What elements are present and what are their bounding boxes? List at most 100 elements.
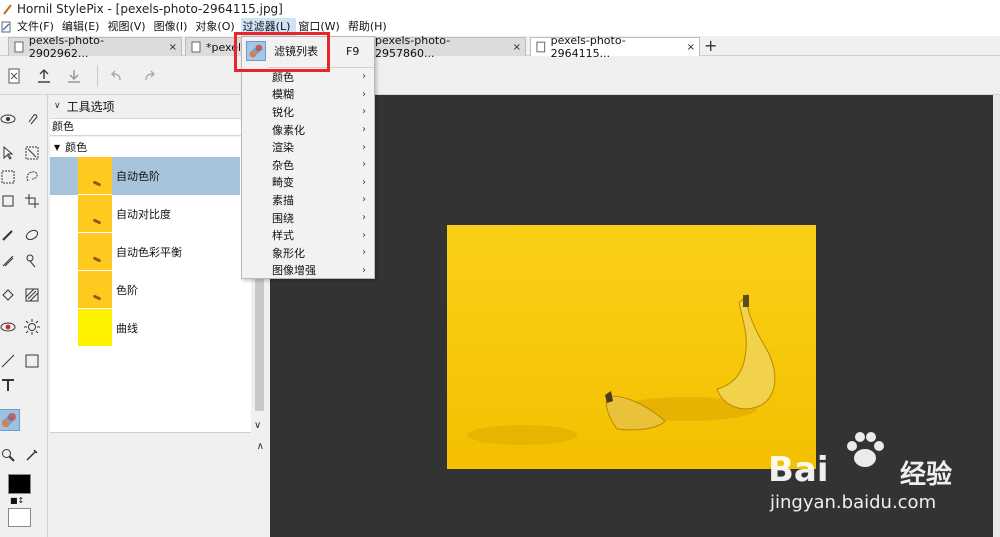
menu-item-blur[interactable]: 模糊 › (242, 86, 374, 104)
filter-item-levels[interactable]: 色阶 (50, 271, 240, 309)
pointer-icon[interactable] (0, 143, 18, 163)
clone-icon[interactable] (0, 251, 18, 271)
import-icon[interactable] (64, 66, 84, 86)
tool-options-header[interactable]: ∨ 工具选项 (50, 95, 268, 117)
baidu-watermark: Bai 经验 jingyan.baidu.com (760, 428, 990, 518)
filter-label: 色阶 (116, 284, 138, 297)
filter-thumbnail (78, 233, 112, 271)
document-icon (191, 41, 201, 53)
line-icon[interactable] (0, 351, 18, 371)
submenu-chevron-icon: › (362, 194, 366, 206)
submenu-chevron-icon: › (362, 264, 366, 276)
paperclip-icon[interactable] (22, 109, 42, 129)
tab-close-button[interactable]: × (169, 42, 177, 53)
menu-item-sketch[interactable]: 素描 › (242, 191, 374, 209)
background-color-swatch[interactable] (8, 508, 31, 527)
filter-tool-icon[interactable] (0, 409, 20, 431)
menu-item-noise[interactable]: 杂色 › (242, 156, 374, 174)
expand-triangle-icon[interactable]: ▼ (54, 143, 60, 152)
tab-close-button[interactable]: × (513, 42, 521, 53)
menu-item-render[interactable]: 渲染 › (242, 138, 374, 156)
category-row[interactable]: ▼ 颜色 (50, 139, 87, 155)
document-icon (536, 41, 546, 53)
menu-item-surround[interactable]: 围绕 › (242, 209, 374, 227)
brush-icon[interactable] (0, 225, 18, 245)
filter-dropdown-menu: 滤镜列表 F9 颜色 › 模糊 › 锐化 › 像素化 › 渲染 › 杂色 › 畸变 › 素描 ›… (241, 36, 375, 279)
fill-bucket-icon[interactable] (0, 285, 18, 305)
crop-icon[interactable] (22, 191, 42, 211)
window-title: Hornil StylePix - [pexels-photo-2964115.… (17, 2, 283, 16)
tool-options-lower-pane: ∧ (50, 435, 268, 537)
document-icon (14, 41, 24, 53)
filter-item-auto-contrast[interactable]: 自动对比度 (50, 195, 240, 233)
watermark-url: jingyan.baidu.com (770, 492, 937, 513)
transform-icon[interactable] (0, 191, 18, 211)
scroll-up-icon[interactable]: ∧ (257, 441, 264, 452)
undo-icon[interactable] (106, 66, 126, 86)
filter-label: 自动对比度 (116, 208, 171, 221)
submenu-chevron-icon: › (362, 212, 366, 224)
watermark-brand: Bai (768, 450, 829, 490)
toolbar-separator (97, 65, 98, 87)
submenu-chevron-icon: › (362, 141, 366, 153)
submenu-chevron-icon: › (362, 229, 366, 241)
filter-label: 自动色彩平衡 (116, 246, 182, 259)
tab-close-button[interactable]: × (687, 42, 695, 53)
submenu-chevron-icon: › (362, 71, 366, 83)
menu-item-distort[interactable]: 畸变 › (242, 174, 374, 192)
menu-item-enhance[interactable]: 图像增强 › (242, 262, 374, 280)
filter-label: 曲线 (116, 322, 138, 335)
crop-select-icon[interactable] (22, 143, 42, 163)
sun-icon[interactable] (22, 317, 42, 337)
document-tabs: pexels-photo-2902962... × *pexels-photo-… (0, 34, 1000, 60)
main-toolbar (0, 57, 1000, 95)
document-icon (1, 21, 11, 33)
filter-thumbnail (78, 195, 112, 233)
export-icon[interactable] (34, 66, 54, 86)
filter-item-auto-color-balance[interactable]: 自动色彩平衡 (50, 233, 240, 271)
paw-logo-icon (847, 432, 884, 467)
submenu-chevron-icon: › (362, 106, 366, 118)
filter-item-auto-levels[interactable]: 自动色阶 (50, 157, 240, 195)
new-document-icon[interactable] (4, 66, 24, 86)
menu-item-pixelate[interactable]: 像素化 › (242, 121, 374, 139)
red-eye-icon[interactable] (0, 317, 18, 337)
foreground-color-swatch[interactable] (8, 474, 31, 494)
tab-document-1[interactable]: pexels-photo-2902962... × (8, 34, 182, 60)
eraser-icon[interactable] (22, 225, 42, 245)
submenu-chevron-icon: › (362, 247, 366, 259)
stamp-icon[interactable] (22, 251, 42, 271)
tab-document-4[interactable]: pexels-photo-2964115... × (530, 34, 700, 60)
eyedropper-icon[interactable] (22, 445, 42, 465)
rectangle-icon[interactable] (22, 351, 42, 371)
eye-icon[interactable] (0, 109, 18, 129)
rect-select-icon[interactable] (0, 167, 18, 187)
text-icon[interactable] (0, 375, 18, 395)
filter-thumbnail (78, 309, 112, 347)
filter-list: ▼ 颜色 自动色阶 自动对比度 自动色彩平衡 色阶 曲线 (50, 137, 268, 433)
filter-label: 自动色阶 (116, 170, 160, 183)
shortcut-label: F9 (346, 44, 360, 58)
zoom-icon[interactable] (0, 445, 18, 465)
title-bar: Hornil StylePix - [pexels-photo-2964115.… (0, 0, 1000, 18)
tool-options-panel: ∨ 工具选项 颜色 ▼ 颜色 自动色阶 自动对比度 自动色彩平衡 色阶 曲线 ∨… (50, 95, 268, 537)
tool-palette: ■↕ (0, 95, 48, 537)
tab-document-3[interactable]: pexels-photo-2957860... × (370, 34, 526, 60)
swap-colors-icon[interactable]: ■↕ (10, 496, 24, 505)
lasso-icon[interactable] (22, 167, 42, 187)
collapse-chevron-icon[interactable]: ∨ (54, 101, 61, 111)
scroll-down-icon[interactable]: ∨ (254, 420, 261, 431)
tool-options-title: 工具选项 (66, 99, 115, 114)
gradient-icon[interactable] (22, 285, 42, 305)
app-icon (3, 3, 12, 15)
right-panel-edge (993, 95, 1000, 537)
new-tab-button[interactable]: + (704, 37, 717, 55)
menu-item-style[interactable]: 样式 › (242, 226, 374, 244)
category-label: 颜色 (65, 141, 88, 154)
menu-item-sharpen[interactable]: 锐化 › (242, 103, 374, 121)
filter-item-curves[interactable]: 曲线 (50, 309, 240, 347)
filter-category-field[interactable]: 颜色 (50, 118, 268, 136)
menu-item-artistic[interactable]: 象形化 › (242, 244, 374, 262)
redo-icon[interactable] (140, 66, 160, 86)
submenu-chevron-icon: › (362, 176, 366, 188)
